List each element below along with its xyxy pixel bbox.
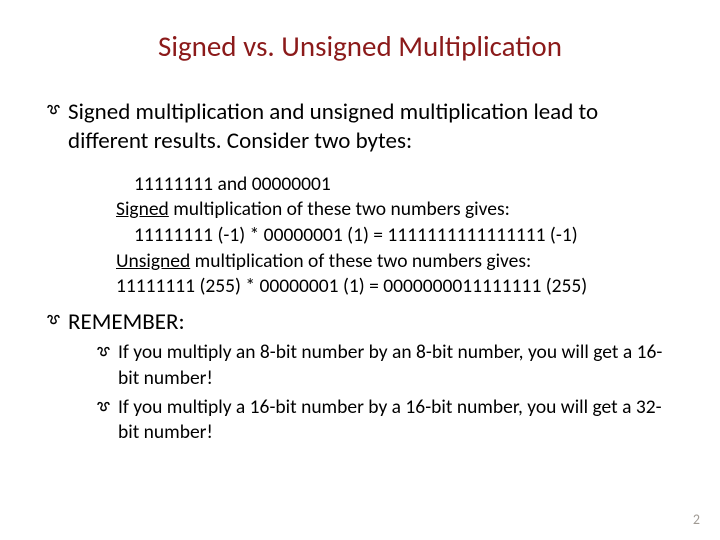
slide-title: Signed vs. Unsigned Multiplication	[46, 28, 674, 64]
main-bullet-text: Signed multiplication and unsigned multi…	[68, 98, 598, 155]
list-item: If you multiply a 16-bit number by a 16-…	[96, 395, 674, 446]
example-block: 11111111 and 00000001 Signed multiplicat…	[116, 172, 674, 301]
page-number: 2	[693, 511, 700, 528]
example-operands: 11111111 and 00000001	[116, 172, 674, 198]
curl-bullet-icon	[96, 344, 112, 360]
unsigned-rest: multiplication of these two numbers give…	[190, 249, 531, 273]
remember-label: REMEMBER:	[68, 308, 185, 336]
list-item-text: If you multiply a 16-bit number by a 16-…	[118, 395, 662, 444]
list-item-text: If you multiply an 8-bit number by an 8-…	[118, 340, 662, 389]
signed-line: Signed multiplication of these two numbe…	[116, 197, 674, 223]
signed-label: Signed	[116, 197, 169, 221]
unsigned-label: Unsigned	[116, 249, 190, 273]
signed-rest: multiplication of these two numbers give…	[169, 197, 510, 221]
main-bullet: Signed multiplication and unsigned multi…	[46, 98, 674, 156]
signed-calc: 11111111 (-1) * 00000001 (1) = 111111111…	[116, 223, 674, 249]
list-item: If you multiply an 8-bit number by an 8-…	[96, 340, 674, 391]
curl-bullet-icon	[46, 312, 62, 328]
remember-list: If you multiply an 8-bit number by an 8-…	[96, 340, 674, 445]
curl-bullet-icon	[96, 399, 112, 415]
unsigned-line: Unsigned multiplication of these two num…	[116, 249, 674, 275]
remember-heading: REMEMBER:	[46, 308, 674, 336]
unsigned-calc: 11111111 (255) * 00000001 (1) = 00000000…	[116, 274, 674, 300]
curl-bullet-icon	[46, 102, 62, 118]
slide: Signed vs. Unsigned Multiplication Signe…	[0, 0, 720, 540]
